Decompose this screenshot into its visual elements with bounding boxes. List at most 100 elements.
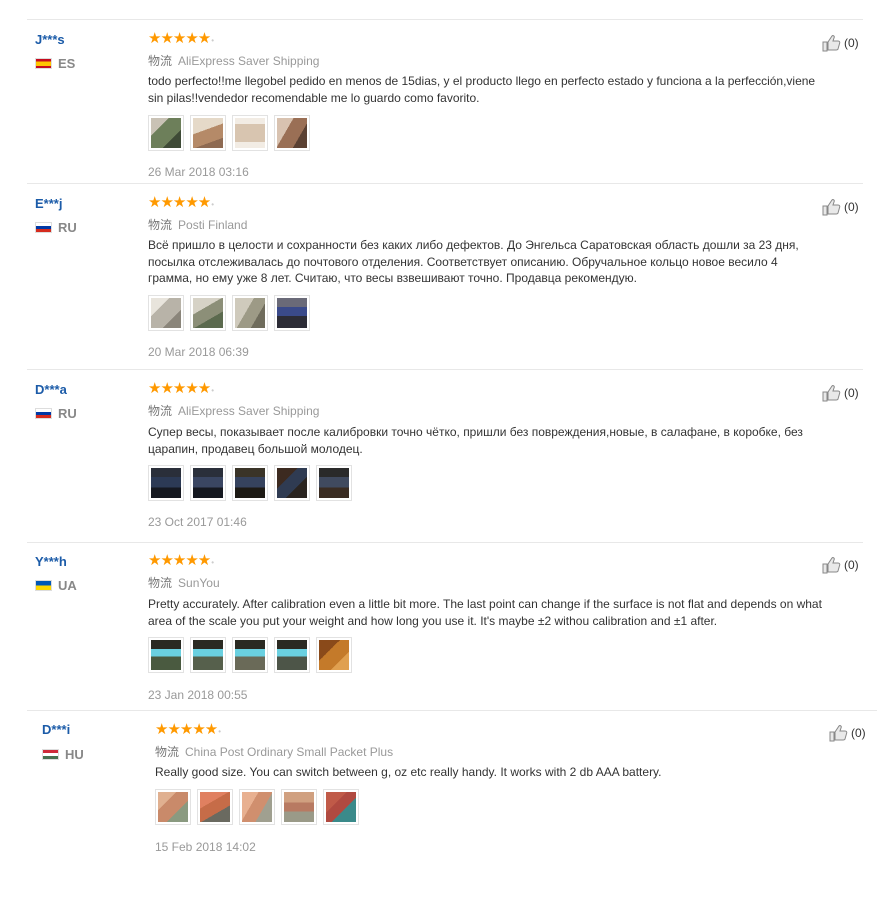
review-photo-thumbnail[interactable] (148, 295, 184, 331)
helpful-button[interactable]: (0) (822, 198, 859, 216)
reviewer-name[interactable]: D***i (42, 722, 70, 737)
reviewer-country: RU (35, 406, 77, 421)
reviewer-country: RU (35, 220, 77, 235)
shipping-method: AliExpress Saver Shipping (178, 53, 320, 68)
review-text-line: Pretty accurately. After calibration eve… (148, 597, 822, 611)
thumbs-up-icon (822, 35, 841, 52)
flag-ua-icon (35, 580, 52, 591)
shipping-method: AliExpress Saver Shipping (178, 403, 320, 418)
reviewer-name[interactable]: E***j (35, 196, 62, 211)
review-photo-thumbnail[interactable] (232, 637, 268, 673)
shipping-method: China Post Ordinary Small Packet Plus (185, 744, 394, 759)
reviewer-country: UA (35, 578, 77, 593)
review-photo-thumbnail[interactable] (274, 637, 310, 673)
stars-glyphs: ★★★★★ (155, 721, 218, 738)
review-photo-thumbnail[interactable] (323, 789, 359, 825)
helpful-count: (0) (844, 200, 859, 214)
review-date: 23 Oct 2017 01:46 (148, 515, 247, 529)
divider (27, 183, 863, 184)
star-rating: ★★★★★• (148, 30, 215, 47)
helpful-button[interactable]: (0) (822, 556, 859, 574)
review-photo-thumbnail[interactable] (274, 295, 310, 331)
helpful-count: (0) (851, 726, 866, 740)
logistics-label: 物流 (148, 404, 173, 418)
review-photo-thumbnail[interactable] (232, 115, 268, 151)
review-photo-thumbnail[interactable] (190, 637, 226, 673)
logistics-label: 物流 (148, 54, 173, 68)
logistics-label: 物流 (148, 218, 173, 232)
review-photo-thumbnail[interactable] (148, 465, 184, 501)
review-date: 15 Feb 2018 14:02 (155, 840, 256, 854)
helpful-count: (0) (844, 36, 859, 50)
review-text-line: посылка отслеживалась до почтового отдел… (148, 254, 778, 269)
stars-glyphs: ★★★★★ (148, 380, 211, 397)
country-code: RU (58, 220, 77, 235)
review-text-line: area of the scale you put your weight an… (148, 613, 718, 628)
country-code: HU (65, 747, 84, 762)
reviewer-name[interactable]: Y***h (35, 554, 67, 569)
reviewer-name[interactable]: J***s (35, 32, 65, 47)
thumbs-up-icon (822, 557, 841, 574)
review-text-line: грамма, но ему уже 8 лет. Считаю, что ве… (148, 271, 637, 285)
shipping-info: 物流 Posti Finland (148, 216, 247, 233)
review-text-line: todo perfecto!!me llegobel pedido en men… (148, 74, 816, 88)
review-photo-thumbnail[interactable] (281, 789, 317, 825)
review-photo-thumbnail[interactable] (148, 637, 184, 673)
review-photo-thumbnail[interactable] (190, 115, 226, 151)
flag-ru-icon (35, 408, 52, 419)
review-date: 20 Mar 2018 06:39 (148, 345, 249, 359)
review-text: Pretty accurately. After calibration eve… (148, 596, 868, 629)
thumbs-up-icon (829, 725, 848, 742)
review-text-line: царапин, продавец большой молодец. (148, 441, 363, 456)
stars-glyphs: ★★★★★ (148, 552, 211, 569)
stars-glyphs: ★★★★★ (148, 194, 211, 211)
review-photo-thumbnail[interactable] (197, 789, 233, 825)
review-text-line: Всё пришло в целости и сохранности без к… (148, 238, 799, 252)
shipping-info: 物流 AliExpress Saver Shipping (148, 402, 319, 419)
review-text: Супер весы, показывает после калибровки … (148, 424, 868, 457)
review-photo-thumbnail[interactable] (232, 295, 268, 331)
reviewer-country: HU (42, 747, 84, 762)
divider (27, 369, 863, 370)
review-date: 26 Mar 2018 03:16 (148, 165, 249, 179)
flag-es-icon (35, 58, 52, 69)
stars-glyphs: ★★★★★ (148, 30, 211, 47)
review-photo-thumbnail[interactable] (232, 465, 268, 501)
review-photo-thumbnail[interactable] (190, 295, 226, 331)
review-photo-thumbnail[interactable] (155, 789, 191, 825)
helpful-button[interactable]: (0) (822, 34, 859, 52)
review-date: 23 Jan 2018 00:55 (148, 688, 248, 702)
review-photo-thumbnail[interactable] (239, 789, 275, 825)
helpful-count: (0) (844, 558, 859, 572)
country-code: RU (58, 406, 77, 421)
review-text: Всё пришло в целости и сохранности без к… (148, 237, 868, 287)
review-text: Really good size. You can switch between… (155, 764, 875, 781)
thumbs-up-icon (822, 385, 841, 402)
divider (27, 542, 863, 543)
review-photo-thumbnail[interactable] (274, 115, 310, 151)
country-code: ES (58, 56, 76, 71)
shipping-info: 物流 AliExpress Saver Shipping (148, 52, 319, 69)
review-photo-thumbnail[interactable] (316, 637, 352, 673)
helpful-button[interactable]: (0) (829, 724, 866, 742)
review-photos (148, 115, 310, 151)
helpful-count: (0) (844, 386, 859, 400)
shipping-info: 物流 SunYou (148, 574, 220, 591)
review-text: todo perfecto!!me llegobel pedido en men… (148, 73, 868, 106)
flag-hu-icon (42, 749, 59, 760)
star-rating: ★★★★★• (148, 194, 215, 211)
helpful-button[interactable]: (0) (822, 384, 859, 402)
review-photo-thumbnail[interactable] (316, 465, 352, 501)
review-text-line: Really good size. You can switch between… (155, 765, 662, 779)
review-text-line: sin pilas!!vendedor recomendable me lo g… (148, 90, 480, 105)
review-photo-thumbnail[interactable] (274, 465, 310, 501)
review-photos (148, 465, 352, 501)
review-photo-thumbnail[interactable] (148, 115, 184, 151)
review-photos (148, 295, 310, 331)
thumbs-up-icon (822, 199, 841, 216)
shipping-method: Posti Finland (178, 217, 248, 232)
reviewer-name[interactable]: D***a (35, 382, 67, 397)
review-photo-thumbnail[interactable] (190, 465, 226, 501)
star-rating: ★★★★★• (148, 552, 215, 569)
reviewer-country: ES (35, 56, 75, 71)
